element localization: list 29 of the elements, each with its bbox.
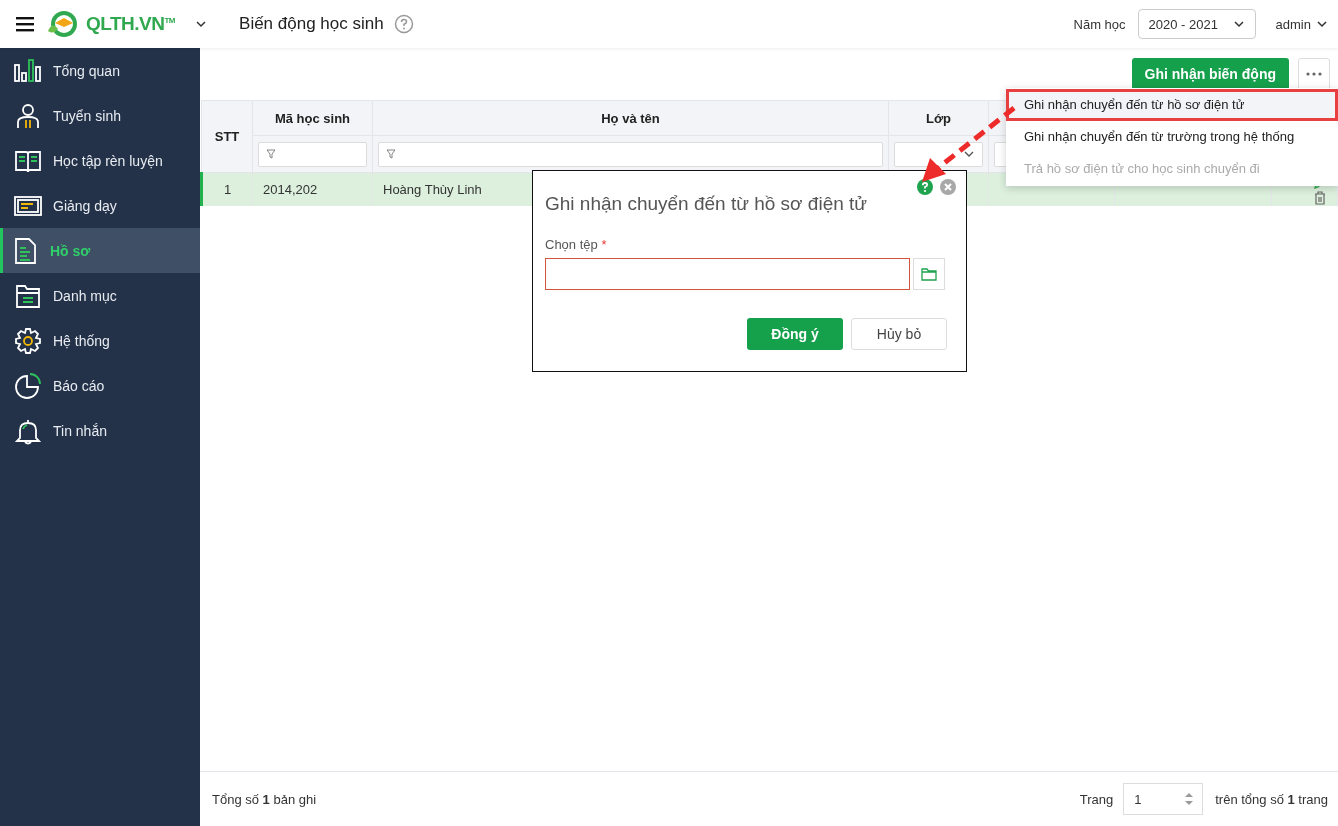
column-header: Lớp bbox=[888, 100, 989, 136]
record-count: Tổng số 1 bản ghi bbox=[212, 791, 317, 807]
year-label: Năm học bbox=[1073, 16, 1126, 32]
user-menu[interactable]: admin bbox=[1275, 16, 1328, 32]
sidebar-item[interactable]: Tổng quan bbox=[0, 48, 200, 93]
logo-text: QLTH.VN$^{TM}$ bbox=[86, 13, 176, 35]
field-label: Chọn tệp bbox=[545, 237, 598, 252]
column-header: STT bbox=[201, 100, 253, 173]
page-number-field[interactable]: 1 bbox=[1123, 783, 1204, 815]
cancel-button[interactable]: Hủy bỏ bbox=[851, 318, 947, 350]
required-mark: * bbox=[601, 237, 607, 252]
menu-item[interactable]: Ghi nhận chuyển đến từ trường trong hệ thống bbox=[1006, 121, 1338, 153]
page-total: trên tổng số 1 trang bbox=[1215, 791, 1328, 807]
sidebar-item[interactable]: Tuyển sinh bbox=[0, 93, 200, 138]
sidebar-item[interactable]: Danh mục bbox=[0, 273, 200, 318]
sidebar-item[interactable]: Giảng dạy bbox=[0, 183, 200, 228]
sidebar-item[interactable]: Học tập rèn luyện bbox=[0, 138, 200, 183]
column-header: Họ và tên bbox=[372, 100, 889, 136]
menu-item[interactable]: Ghi nhận chuyển đến từ hồ sơ điện tử bbox=[1006, 89, 1338, 121]
column-header: Mã học sinh bbox=[252, 100, 373, 136]
table-cell: 2014,202 bbox=[252, 172, 373, 206]
table-cell: 1 bbox=[201, 172, 253, 206]
sidebar-item[interactable]: Hồ sơ bbox=[0, 228, 200, 273]
sidebar-item[interactable]: Tin nhắn bbox=[0, 408, 200, 453]
page-label: Trang bbox=[1079, 791, 1114, 807]
year-select[interactable]: 2020 - 2021 bbox=[1137, 9, 1256, 39]
sidebar-item[interactable]: Hệ thống bbox=[0, 318, 200, 363]
sidebar-item[interactable]: Báo cáo bbox=[0, 363, 200, 408]
page-title: Biến động học sinh bbox=[239, 14, 384, 34]
